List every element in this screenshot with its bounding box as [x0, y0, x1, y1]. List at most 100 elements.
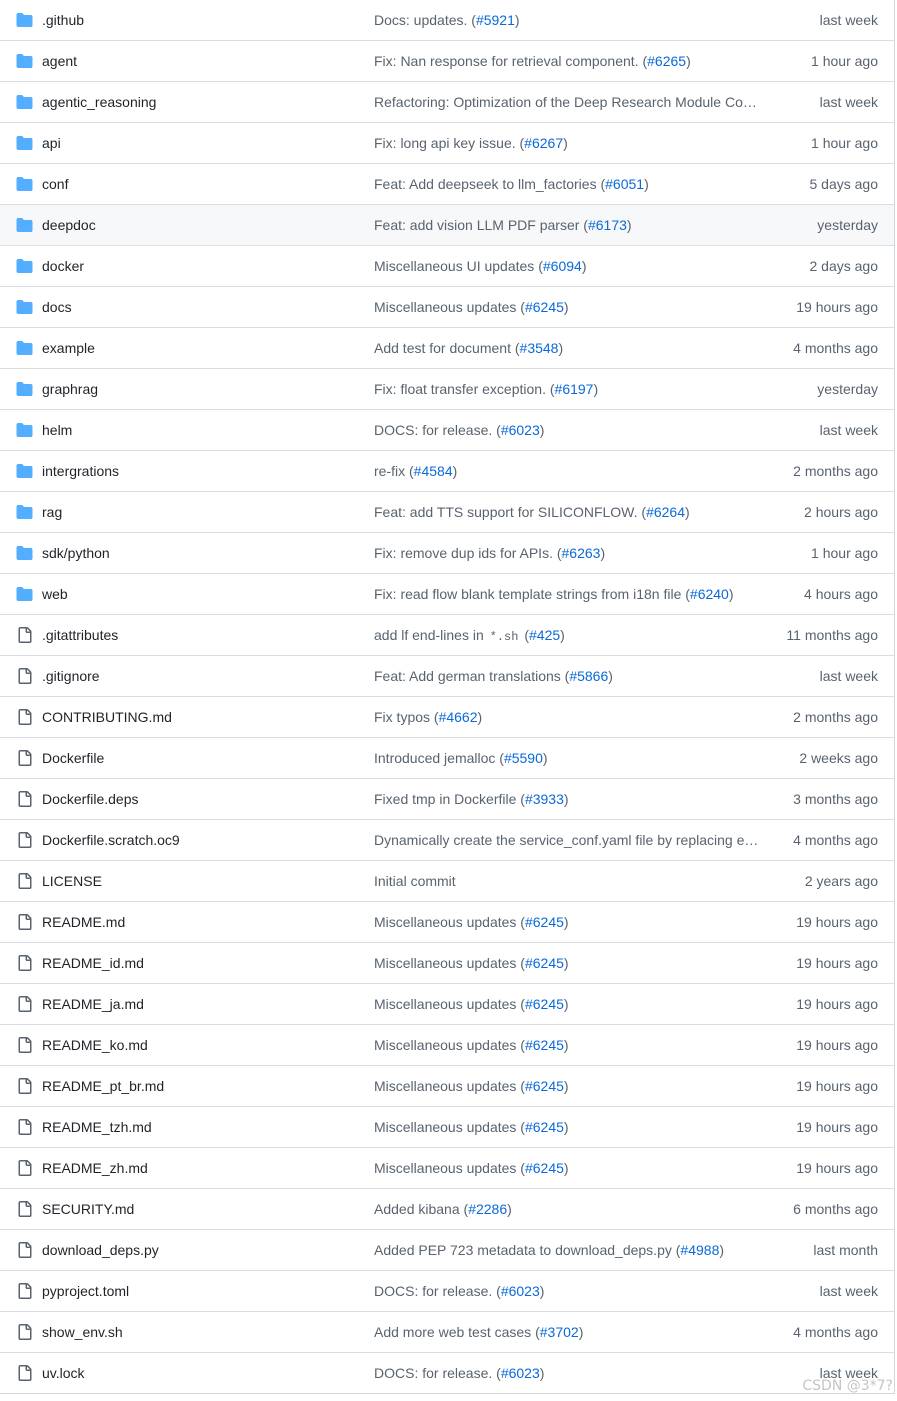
commit-message-text[interactable]: ) [543, 750, 548, 766]
commit-message[interactable]: DOCS: for release. (#6023) [374, 1283, 544, 1300]
pull-request-link[interactable]: #6245 [525, 299, 564, 315]
pull-request-link[interactable]: #6240 [690, 586, 729, 602]
commit-message-text[interactable]: ) [686, 53, 691, 69]
pull-request-link[interactable]: #5590 [504, 750, 543, 766]
commit-message-text[interactable]: ) [564, 996, 569, 1012]
commit-message-text[interactable]: ) [564, 1037, 569, 1053]
commit-message[interactable]: Fix typos (#4662) [374, 709, 482, 726]
file-row[interactable]: agentic_reasoning Refactoring: Optimizati… [0, 82, 894, 123]
commit-message-text[interactable]: DOCS: for release. ( [374, 422, 501, 438]
pull-request-link[interactable]: #3933 [525, 791, 564, 807]
commit-message-text[interactable]: ) [579, 1324, 584, 1340]
commit-message-text[interactable]: ) [608, 668, 613, 684]
file-name-link[interactable]: .gitignore [42, 668, 100, 685]
file-row[interactable]: LICENSE Initial commit 2 years ago [0, 861, 894, 902]
commit-message[interactable]: Dynamically create the service_conf.yaml… [374, 832, 759, 849]
commit-message-text[interactable]: ) [593, 381, 598, 397]
file-row[interactable]: web Fix: read flow blank template strings… [0, 574, 894, 615]
file-name-link[interactable]: conf [42, 176, 68, 193]
pull-request-link[interactable]: #2286 [468, 1201, 507, 1217]
commit-message-text[interactable]: Add test for document ( [374, 340, 520, 356]
pull-request-link[interactable]: #6245 [525, 1160, 564, 1176]
file-name-link[interactable]: api [42, 135, 61, 152]
commit-message-text[interactable]: Miscellaneous updates ( [374, 299, 525, 315]
file-row[interactable]: api Fix: long api key issue. (#6267) 1 hou… [0, 123, 894, 164]
file-row[interactable]: .github Docs: updates. (#5921) last week [0, 0, 894, 41]
file-name-link[interactable]: SECURITY.md [42, 1201, 134, 1218]
pull-request-link[interactable]: #6245 [525, 955, 564, 971]
pull-request-link[interactable]: #6023 [501, 422, 540, 438]
file-row[interactable]: .gitignore Feat: Add german translations … [0, 656, 894, 697]
pull-request-link[interactable]: #6245 [525, 1119, 564, 1135]
pull-request-link[interactable]: #425 [529, 627, 560, 643]
file-name-link[interactable]: helm [42, 422, 72, 439]
file-name-link[interactable]: README_tzh.md [42, 1119, 152, 1136]
file-name-link[interactable]: download_deps.py [42, 1242, 159, 1259]
commit-message-text[interactable]: re-fix ( [374, 463, 414, 479]
commit-message-text[interactable]: ) [515, 12, 520, 28]
commit-message[interactable]: Docs: updates. (#5921) [374, 12, 520, 29]
file-name-link[interactable]: .github [42, 12, 84, 29]
file-row[interactable]: README_pt_br.md Miscellaneous updates (#6… [0, 1066, 894, 1107]
pull-request-link[interactable]: #5866 [569, 668, 608, 684]
file-row[interactable]: README_ko.md Miscellaneous updates (#6245… [0, 1025, 894, 1066]
commit-message-text[interactable]: DOCS: for release. ( [374, 1283, 501, 1299]
commit-message-text[interactable]: ) [558, 340, 563, 356]
commit-message[interactable]: Miscellaneous updates (#6245) [374, 996, 569, 1013]
commit-message-text[interactable]: Refactoring: Optimization of the Deep Re… [374, 94, 759, 110]
file-name-link[interactable]: LICENSE [42, 873, 102, 890]
pull-request-link[interactable]: #6023 [501, 1365, 540, 1381]
file-row[interactable]: sdk/python Fix: remove dup ids for APIs. … [0, 533, 894, 574]
pull-request-link[interactable]: #4662 [439, 709, 478, 725]
commit-message-text[interactable]: DOCS: for release. ( [374, 1365, 501, 1381]
commit-message-text[interactable]: ) [540, 1283, 545, 1299]
commit-message-text[interactable]: Miscellaneous updates ( [374, 1119, 525, 1135]
commit-message[interactable]: DOCS: for release. (#6023) [374, 422, 544, 439]
pull-request-link[interactable]: #3702 [540, 1324, 579, 1340]
commit-message-text[interactable]: ) [540, 1365, 545, 1381]
file-row[interactable]: .gitattributes add lf end-lines in *.sh (… [0, 615, 894, 656]
commit-message-text[interactable]: Fix: long api key issue. ( [374, 135, 524, 151]
commit-message[interactable]: Fix: long api key issue. (#6267) [374, 135, 568, 152]
commit-message-text[interactable]: Fix typos ( [374, 709, 439, 725]
pull-request-link[interactable]: #6265 [647, 53, 686, 69]
file-name-link[interactable]: rag [42, 504, 62, 521]
commit-message-text[interactable]: ) [685, 504, 690, 520]
file-row[interactable]: show_env.sh Add more web test cases (#370… [0, 1312, 894, 1353]
pull-request-link[interactable]: #5921 [476, 12, 515, 28]
commit-message-text[interactable]: Fix: remove dup ids for APIs. ( [374, 545, 562, 561]
commit-message-text[interactable]: ) [564, 299, 569, 315]
commit-message[interactable]: Miscellaneous updates (#6245) [374, 955, 569, 972]
commit-message-text[interactable]: Feat: Add german translations ( [374, 668, 569, 684]
commit-message[interactable]: Fix: float transfer exception. (#6197) [374, 381, 598, 398]
commit-message[interactable]: Feat: Add german translations (#5866) [374, 668, 613, 685]
file-name-link[interactable]: README_zh.md [42, 1160, 148, 1177]
file-row[interactable]: docker Miscellaneous UI updates (#6094) 2 … [0, 246, 894, 287]
file-row[interactable]: example Add test for document (#3548) 4 mo… [0, 328, 894, 369]
commit-message-text[interactable]: ) [627, 217, 632, 233]
file-name-link[interactable]: deepdoc [42, 217, 96, 234]
file-name-link[interactable]: sdk/python [42, 545, 110, 562]
commit-message-text[interactable]: Miscellaneous updates ( [374, 996, 525, 1012]
commit-message-text[interactable]: ) [600, 545, 605, 561]
file-row[interactable]: intergrations re-fix (#4584) 2 months ago [0, 451, 894, 492]
pull-request-link[interactable]: #6173 [588, 217, 627, 233]
pull-request-link[interactable]: #6245 [525, 914, 564, 930]
pull-request-link[interactable]: #6197 [555, 381, 594, 397]
file-row[interactable]: README_id.md Miscellaneous updates (#6245… [0, 943, 894, 984]
commit-message-text[interactable]: add lf end-lines in [374, 627, 488, 643]
commit-message-text[interactable]: Miscellaneous updates ( [374, 914, 525, 930]
commit-message-text[interactable]: Feat: Add deepseek to llm_factories ( [374, 176, 605, 192]
file-row[interactable]: CONTRIBUTING.md Fix typos (#4662) 2 months… [0, 697, 894, 738]
commit-message[interactable]: Add more web test cases (#3702) [374, 1324, 583, 1341]
commit-message-text[interactable]: Miscellaneous updates ( [374, 955, 525, 971]
commit-message[interactable]: Fix: read flow blank template strings fr… [374, 586, 734, 603]
file-row[interactable]: SECURITY.md Added kibana (#2286) 6 months … [0, 1189, 894, 1230]
commit-message[interactable]: Feat: add vision LLM PDF parser (#6173) [374, 217, 632, 234]
commit-message-text[interactable]: ) [564, 1160, 569, 1176]
pull-request-link[interactable]: #6263 [562, 545, 601, 561]
commit-message[interactable]: add lf end-lines in *.sh (#425) [374, 627, 565, 646]
commit-message-text[interactable]: Fixed tmp in Dockerfile ( [374, 791, 525, 807]
commit-message-text[interactable]: ) [729, 586, 734, 602]
commit-message-text[interactable]: Added kibana ( [374, 1201, 468, 1217]
